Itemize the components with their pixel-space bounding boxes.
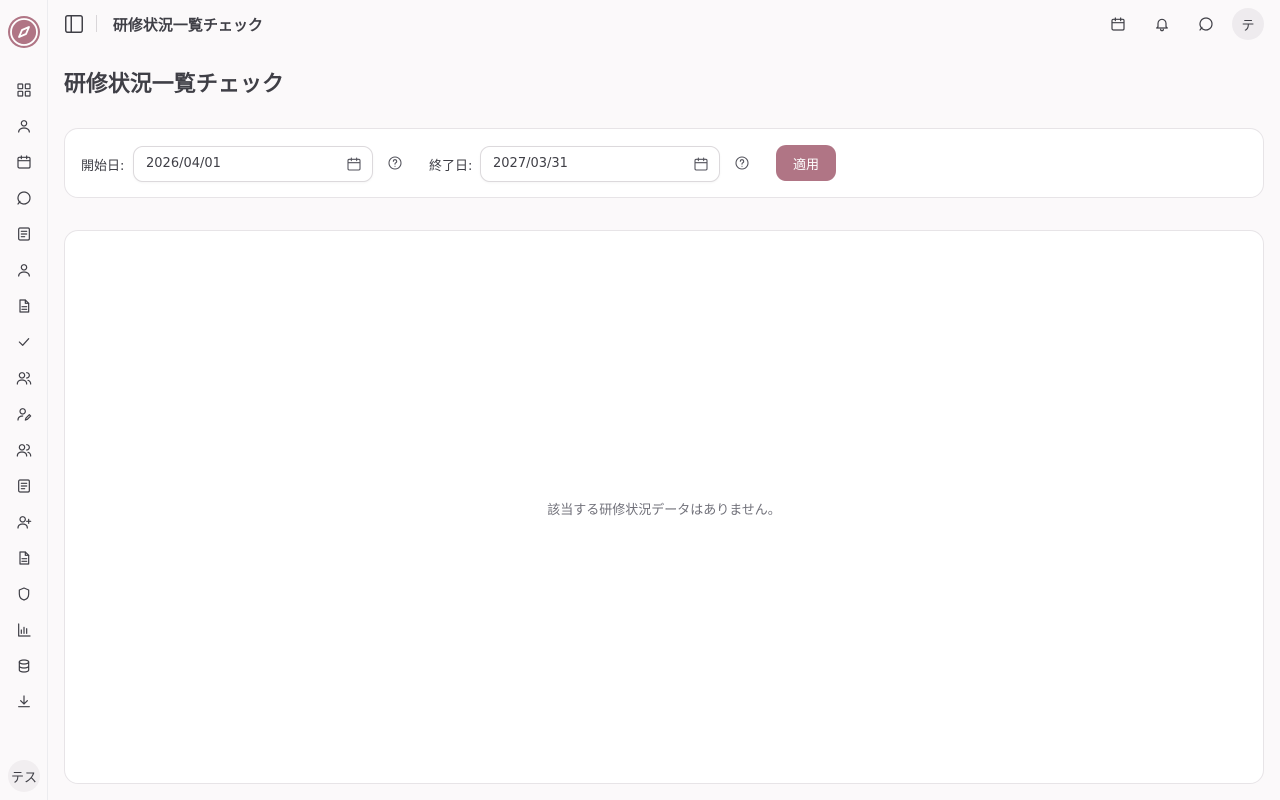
calendar-icon[interactable] xyxy=(346,156,362,172)
chat-icon xyxy=(1199,17,1213,31)
end-date-help-icon[interactable] xyxy=(734,155,750,171)
sidebar: テス xyxy=(0,0,48,800)
sidebar-item-calendar[interactable] xyxy=(12,150,36,174)
start-date-field[interactable] xyxy=(133,146,373,182)
dashboard-icon xyxy=(17,83,31,97)
sidebar-item-analytics[interactable] xyxy=(12,618,36,642)
document-icon xyxy=(19,551,30,565)
messages-button[interactable] xyxy=(1194,12,1218,36)
user-plus-icon xyxy=(17,516,32,529)
start-date-input[interactable] xyxy=(146,156,336,171)
end-date-input[interactable] xyxy=(493,156,683,171)
sidebar-item-add-user[interactable] xyxy=(12,510,36,534)
shield-icon xyxy=(18,587,30,601)
sidebar-item-dashboard[interactable] xyxy=(12,78,36,102)
sidebar-item-database[interactable] xyxy=(12,654,36,678)
book-icon xyxy=(18,479,30,493)
download-icon xyxy=(18,695,30,708)
sidebar-item-profile[interactable] xyxy=(12,114,36,138)
database-icon xyxy=(18,659,30,673)
sidebar-item-logs[interactable] xyxy=(12,474,36,498)
user-edit-icon xyxy=(17,408,32,421)
sidebar-item-checks[interactable] xyxy=(12,330,36,354)
end-date-label: 終了日: xyxy=(429,159,473,174)
document-icon xyxy=(19,299,30,313)
user-icon xyxy=(18,264,30,277)
page-title: 研修状況一覧チェック xyxy=(64,72,285,97)
users-icon xyxy=(16,372,32,385)
app-logo[interactable] xyxy=(8,16,40,48)
header-title: 研修状況一覧チェック xyxy=(113,16,264,34)
notifications-button[interactable] xyxy=(1150,12,1174,36)
bell-icon xyxy=(1156,18,1168,32)
sidebar-item-groups[interactable] xyxy=(12,366,36,390)
empty-state-message: 該当する研修状況データはありません。 xyxy=(547,503,781,518)
sidebar-toggle-button[interactable] xyxy=(62,12,86,36)
sidebar-item-messages[interactable] xyxy=(12,186,36,210)
user-avatar[interactable]: テス xyxy=(8,760,40,792)
sidebar-item-teams[interactable] xyxy=(12,438,36,462)
sidebar-item-security[interactable] xyxy=(12,582,36,606)
date-filter-card: 開始日: 終了日: 適用 xyxy=(64,128,1264,198)
header-divider xyxy=(96,15,97,32)
users-icon xyxy=(16,444,32,457)
book-icon xyxy=(18,227,30,241)
sidebar-item-reports[interactable] xyxy=(12,546,36,570)
sidebar-item-staff[interactable] xyxy=(12,258,36,282)
calendar-icon xyxy=(1111,17,1125,31)
calendar-icon[interactable] xyxy=(693,156,709,172)
start-date-help-icon[interactable] xyxy=(387,155,403,171)
check-icon xyxy=(18,338,30,346)
calendar-button[interactable] xyxy=(1106,12,1130,36)
sidebar-item-documents[interactable] xyxy=(12,294,36,318)
sidebar-item-records[interactable] xyxy=(12,222,36,246)
end-date-field[interactable] xyxy=(480,146,720,182)
chat-icon xyxy=(17,191,31,205)
results-panel: 該当する研修状況データはありません。 xyxy=(64,230,1264,784)
sidebar-item-export[interactable] xyxy=(12,690,36,714)
bar-chart-icon xyxy=(18,623,31,637)
apply-button[interactable]: 適用 xyxy=(776,145,836,181)
calendar-icon xyxy=(17,155,31,169)
account-avatar[interactable]: テ xyxy=(1232,8,1264,40)
user-icon xyxy=(18,120,30,133)
compass-icon xyxy=(10,18,38,46)
top-bar: 研修状況一覧チェック テ xyxy=(48,0,1280,48)
sidebar-toggle-icon xyxy=(65,15,83,33)
sidebar-item-user-edit[interactable] xyxy=(12,402,36,426)
start-date-label: 開始日: xyxy=(81,159,125,174)
